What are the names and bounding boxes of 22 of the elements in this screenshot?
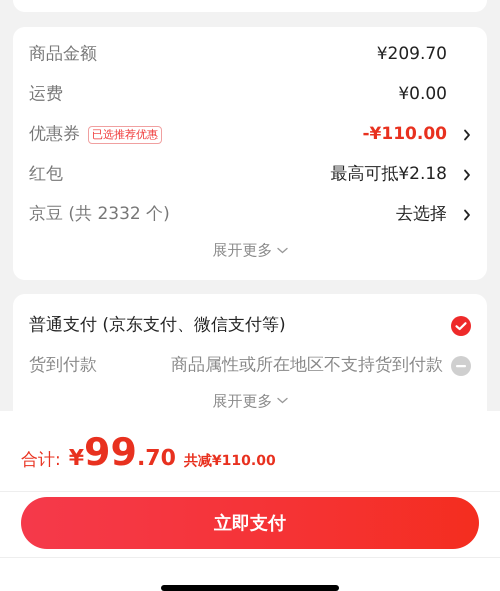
row-value[interactable]: 去选择 [396, 202, 447, 228]
expand-more-button[interactable]: 展开更多 [212, 239, 288, 262]
row-label: 运费 [29, 83, 63, 106]
chevron-down-icon [276, 246, 288, 254]
row-value: ¥209.70 [376, 43, 447, 66]
payment-option-label[interactable]: 普通支付 (京东支付、微信支付等) [29, 312, 286, 338]
total-amount: ¥99.70 [68, 433, 176, 475]
unavailable-note: 商品属性或所在地区不支持货到付款 [171, 354, 443, 377]
row-label: 红包 [29, 163, 63, 186]
row-value: ¥0.00 [398, 83, 447, 106]
row-label: 优惠券 [29, 123, 80, 146]
row-value[interactable]: 最高可抵¥2.18 [330, 162, 447, 188]
savings-text: 共减¥110.00 [184, 452, 276, 471]
pay-now-button[interactable]: 立即支付 [21, 497, 479, 549]
row-value[interactable]: -¥110.00 [362, 122, 447, 148]
total-label: 合计: [21, 449, 61, 472]
chevron-down-icon [276, 397, 288, 404]
checked-radio[interactable] [451, 316, 471, 336]
row-label: 商品金额 [29, 43, 97, 66]
row-label: 京豆 (共 2332 个) [29, 203, 170, 226]
expand-more-button[interactable]: 展开更多 [212, 390, 288, 411]
recommended-tag: 已选推荐优惠 [88, 126, 162, 144]
